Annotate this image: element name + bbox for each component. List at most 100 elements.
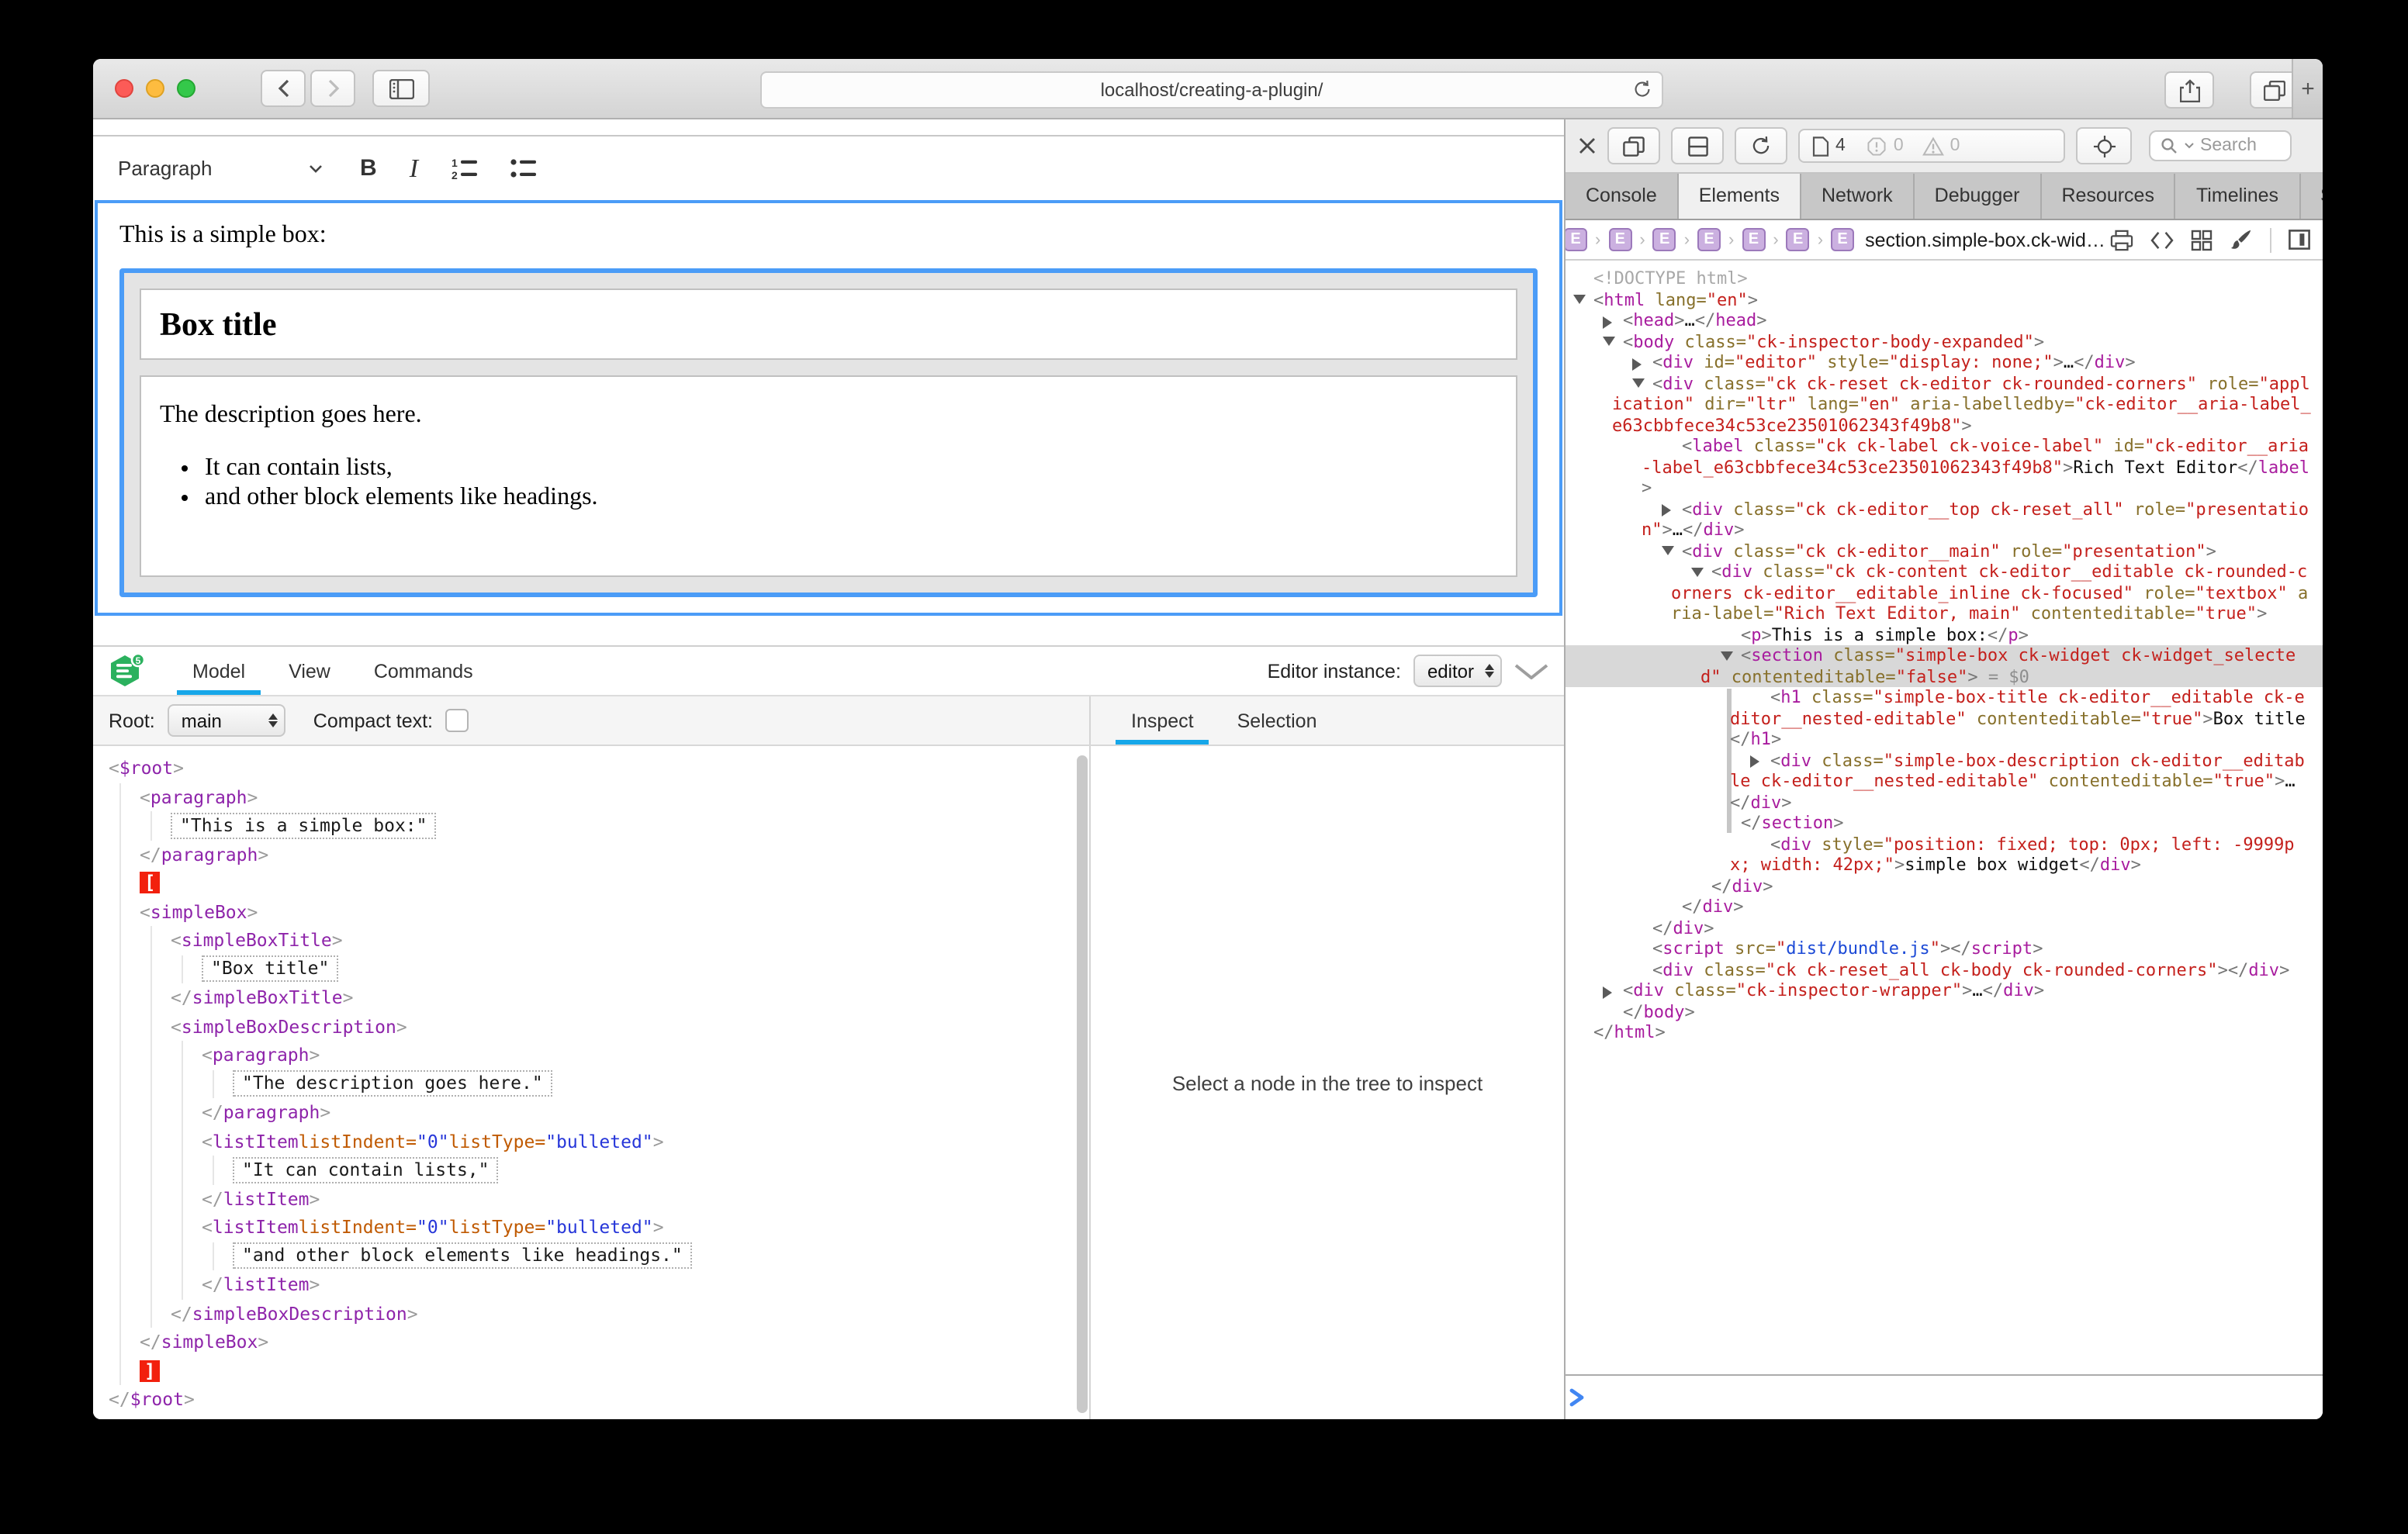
collapse-inspector-icon[interactable]: [1514, 663, 1548, 679]
sidebar-toggle-button[interactable]: [372, 70, 430, 107]
side-tab-inspect[interactable]: Inspect: [1116, 696, 1209, 745]
show-source-icon[interactable]: [2150, 230, 2174, 249]
simple-box-widget[interactable]: Box title The description goes here. It …: [119, 268, 1538, 597]
model-element-close[interactable]: </listItem>: [202, 1270, 1077, 1299]
italic-button[interactable]: I: [410, 153, 418, 184]
selection-marker[interactable]: [: [140, 869, 1077, 897]
dom-line[interactable]: </html>: [1566, 1022, 2323, 1043]
share-button[interactable]: [2164, 71, 2214, 109]
dom-line[interactable]: <body class="ck-inspector-body-expanded"…: [1566, 331, 2323, 352]
dom-line[interactable]: </div>: [1566, 897, 2323, 917]
dom-line[interactable]: <div class="ck ck-content ck-editor__edi…: [1566, 561, 2323, 624]
numbered-list-button[interactable]: 12: [451, 157, 477, 180]
simple-box-title[interactable]: Box title: [140, 288, 1517, 360]
breadcrumb-selected-node[interactable]: section.simple-box.ck-wid…: [1865, 229, 2105, 250]
element-badge[interactable]: E: [1831, 228, 1854, 251]
side-tab-selection[interactable]: Selection: [1222, 696, 1333, 745]
zoom-window-button[interactable]: [177, 79, 195, 98]
model-element-close[interactable]: </simpleBox>: [140, 1328, 1077, 1356]
model-element-open[interactable]: <listItem listIndent="0" listType="bulle…: [202, 1213, 1077, 1242]
minimize-window-button[interactable]: [146, 79, 164, 98]
disclosure-open-icon[interactable]: [1573, 295, 1586, 304]
inspector-tab-model[interactable]: Model: [177, 647, 261, 695]
model-element-open[interactable]: <simpleBoxDescription>: [171, 1012, 1077, 1041]
address-bar[interactable]: localhost/creating-a-plugin/: [760, 71, 1663, 109]
model-element-open[interactable]: <paragraph>: [202, 1041, 1077, 1069]
editor-paragraph[interactable]: This is a simple box:: [119, 222, 1538, 250]
disclosure-open-icon[interactable]: [1603, 337, 1615, 346]
dock-side-button[interactable]: [1671, 127, 1724, 164]
dom-line-selected[interactable]: <section class="simple-box ck-widget ck-…: [1566, 645, 2323, 687]
dom-line[interactable]: <!DOCTYPE html>: [1566, 268, 2323, 289]
disclosure-open-icon[interactable]: [1691, 567, 1704, 576]
dom-line[interactable]: <script src="dist/bundle.js"></script>: [1566, 938, 2323, 959]
dom-line[interactable]: <div class="ck-inspector-wrapper">…</div…: [1566, 980, 2323, 1001]
tree-scrollbar[interactable]: [1077, 755, 1088, 1413]
dom-line[interactable]: <p>This is a simple box:</p>: [1566, 624, 2323, 645]
model-text-node[interactable]: "It can contain lists,": [233, 1156, 1077, 1184]
rich-text-editable[interactable]: This is a simple box: Box title The desc…: [95, 200, 1562, 616]
compact-text-checkbox[interactable]: [445, 709, 469, 732]
model-element-close[interactable]: </paragraph>: [202, 1098, 1077, 1127]
paragraph-style-dropdown[interactable]: Paragraph: [118, 157, 323, 180]
description-list[interactable]: It can contain lists,and other block ele…: [160, 454, 1497, 512]
dom-line[interactable]: <div class="ck ck-reset ck-editor ck-rou…: [1566, 373, 2323, 436]
dom-line[interactable]: <div id="editor" style="display: none;">…: [1566, 352, 2323, 373]
disclosure-closed-icon[interactable]: [1750, 755, 1759, 768]
resource-status-group[interactable]: 4 0 0: [1798, 129, 2065, 163]
element-badge[interactable]: E: [1608, 228, 1631, 251]
devtools-tab-debugger[interactable]: Debugger: [1915, 174, 2042, 219]
dom-line[interactable]: <label class="ck ck-label ck-voice-label…: [1566, 436, 2323, 499]
description-paragraph[interactable]: The description goes here.: [160, 402, 1497, 430]
box-title-heading[interactable]: Box title: [160, 306, 1497, 344]
element-picker-button[interactable]: [2076, 127, 2132, 164]
inspector-tab-view[interactable]: View: [273, 647, 346, 695]
model-element-open[interactable]: <paragraph>: [140, 783, 1077, 811]
devtools-tab-storage[interactable]: Storage: [2300, 174, 2323, 219]
model-text-node[interactable]: "This is a simple box:": [171, 811, 1077, 840]
print-icon[interactable]: [2110, 229, 2133, 250]
simple-box-description[interactable]: The description goes here. It can contai…: [140, 375, 1517, 577]
dom-line[interactable]: </section>: [1566, 813, 2323, 834]
root-select[interactable]: main: [168, 704, 285, 737]
back-button[interactable]: [261, 70, 306, 107]
devtools-tab-network[interactable]: Network: [1801, 174, 1915, 219]
disclosure-open-icon[interactable]: [1662, 546, 1674, 555]
inspector-tab-commands[interactable]: Commands: [358, 647, 489, 695]
disclosure-open-icon[interactable]: [1721, 651, 1733, 660]
bold-button[interactable]: B: [360, 155, 377, 181]
forward-button[interactable]: [310, 70, 355, 107]
element-badge[interactable]: E: [1653, 228, 1676, 251]
bulleted-list-button[interactable]: [510, 157, 536, 180]
dom-line[interactable]: </div>: [1566, 876, 2323, 897]
dom-line[interactable]: </div>: [1566, 917, 2323, 938]
model-element-open[interactable]: <simpleBoxTitle>: [171, 926, 1077, 955]
devtools-reload-button[interactable]: [1735, 127, 1787, 164]
model-text-node[interactable]: "The description goes here.": [233, 1069, 1077, 1098]
element-badge[interactable]: E: [1697, 228, 1721, 251]
dom-line[interactable]: <div class="ck ck-editor__top ck-reset_a…: [1566, 499, 2323, 541]
model-text-node[interactable]: "and other block elements like headings.…: [233, 1242, 1077, 1270]
description-list-item[interactable]: It can contain lists,: [205, 454, 1497, 482]
dom-line[interactable]: <div style="position: fixed; top: 0px; l…: [1566, 834, 2323, 876]
close-devtools-icon[interactable]: [1578, 136, 1597, 155]
devtools-tab-timelines[interactable]: Timelines: [2176, 174, 2300, 219]
detach-devtools-button[interactable]: [1607, 127, 1660, 164]
editor-instance-select[interactable]: editor: [1413, 655, 1502, 687]
model-element-close[interactable]: </simpleBoxTitle>: [171, 983, 1077, 1012]
disclosure-closed-icon[interactable]: [1662, 504, 1671, 517]
dom-line[interactable]: <h1 class="simple-box-title ck-editor__e…: [1566, 687, 2323, 750]
dom-line[interactable]: <div class="ck ck-editor__main" role="pr…: [1566, 541, 2323, 561]
reload-button[interactable]: [1632, 79, 1652, 99]
model-element-open[interactable]: <$root>: [109, 754, 1077, 783]
disclosure-open-icon[interactable]: [1632, 378, 1645, 388]
dom-line[interactable]: <div class="simple-box-description ck-ed…: [1566, 750, 2323, 813]
devtools-search-field[interactable]: Search: [2149, 130, 2292, 161]
element-badge[interactable]: E: [1742, 228, 1765, 251]
model-element-open[interactable]: <simpleBox>: [140, 897, 1077, 926]
quick-console[interactable]: [1566, 1374, 2323, 1419]
model-element-close[interactable]: </listItem>: [202, 1184, 1077, 1213]
model-element-close[interactable]: </$root>: [109, 1385, 1077, 1414]
disclosure-closed-icon[interactable]: [1603, 986, 1612, 998]
dom-line[interactable]: <div class="ck ck-reset_all ck-body ck-r…: [1566, 959, 2323, 980]
